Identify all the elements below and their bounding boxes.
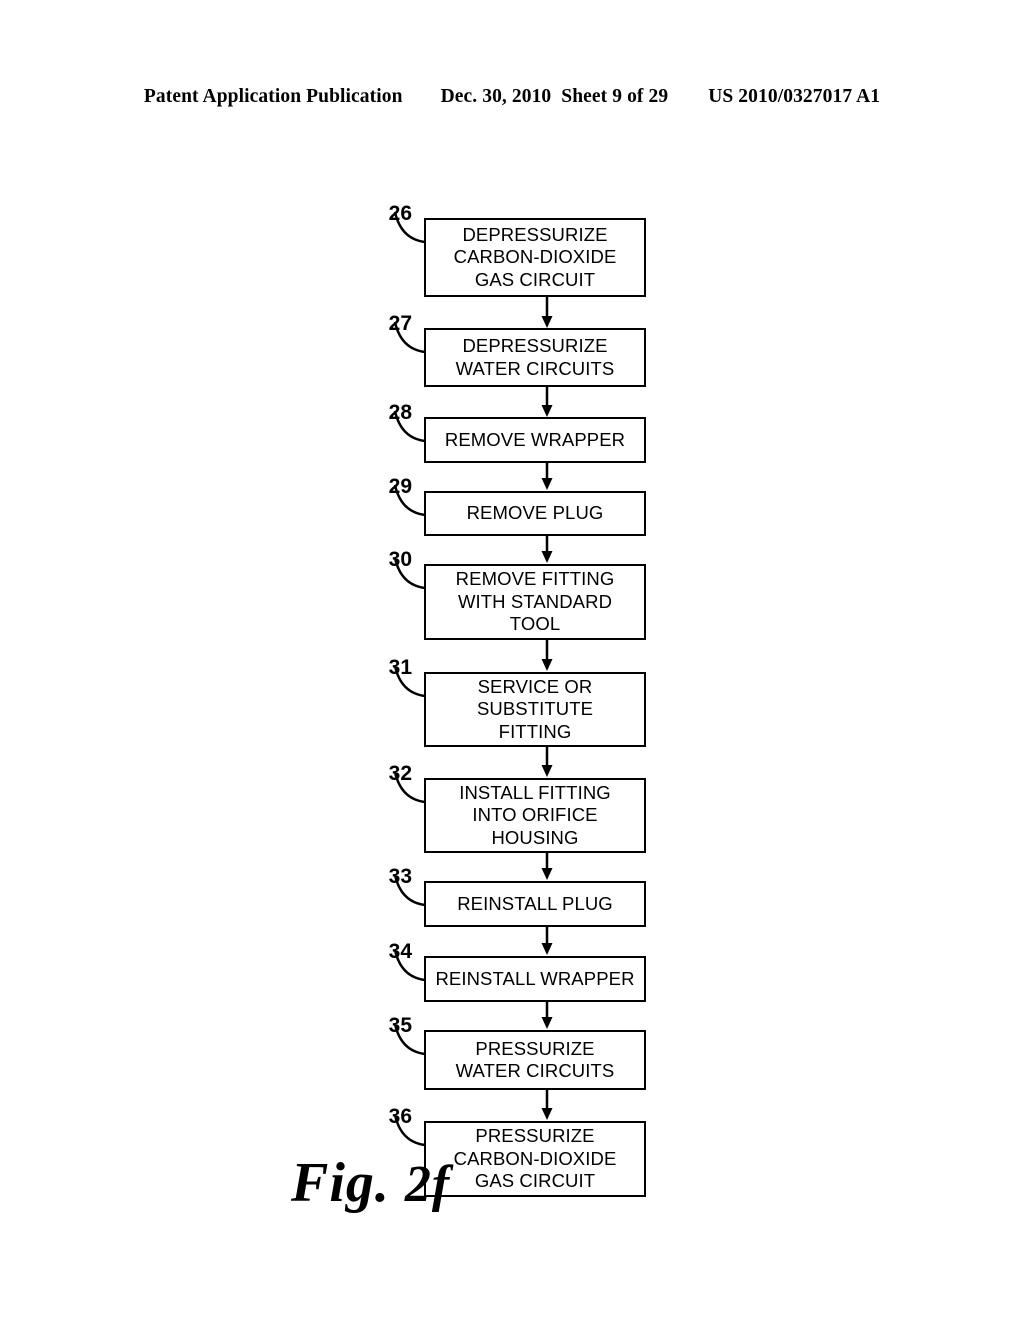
flowchart-step-27: 27 DEPRESSURIZE WATER CIRCUITS [389,313,646,387]
connector-30-31 [535,640,559,672]
step-box-36: PRESSURIZE CARBON-DIOXIDE GAS CIRCUIT [424,1121,646,1197]
connector-29-30 [535,536,559,564]
flowchart-step-26: 26 DEPRESSURIZE CARBON-DIOXIDE GAS CIRCU… [389,203,646,297]
step-label-31: SERVICE OR SUBSTITUTE FITTING [476,675,594,742]
connector-34-35 [535,1002,559,1030]
reference-number-27: 27 [388,312,412,335]
step-box-31: SERVICE OR SUBSTITUTE FITTING [424,672,646,747]
step-label-29: REMOVE PLUG [466,502,604,524]
step-label-27: DEPRESSURIZE WATER CIRCUITS [455,335,615,379]
flowchart-step-34: 34 REINSTALL WRAPPER [389,941,646,1002]
connector-31-32 [535,747,559,778]
connector-33-34 [535,927,559,956]
step-box-28: REMOVE WRAPPER [424,417,646,463]
flowchart-step-32: 32 INSTALL FITTING INTO ORIFICE HOUSING [389,763,646,853]
step-box-27: DEPRESSURIZE WATER CIRCUITS [424,328,646,387]
connector-28-29 [535,463,559,491]
reference-number-31: 31 [388,656,412,679]
reference-number-34: 34 [388,940,412,963]
reference-number-28: 28 [388,401,412,424]
reference-number-30: 30 [388,548,412,571]
flowchart-step-29: 29 REMOVE PLUG [389,476,646,536]
figure-caption-prefix: Fig. [291,1152,405,1214]
step-label-26: DEPRESSURIZE CARBON-DIOXIDE GAS CIRCUIT [453,223,617,290]
flowchart-step-36: 36 PRESSURIZE CARBON-DIOXIDE GAS CIRCUIT [389,1106,646,1197]
step-label-35: PRESSURIZE WATER CIRCUITS [455,1037,615,1082]
step-label-33: REINSTALL PLUG [457,892,613,914]
step-label-28: REMOVE WRAPPER [444,428,626,450]
connector-27-28 [535,387,559,418]
step-box-34: REINSTALL WRAPPER [424,956,646,1002]
connector-32-33 [535,853,559,881]
reference-number-33: 33 [388,865,412,888]
step-label-30: REMOVE FITTING WITH STANDARD TOOL [455,568,615,635]
flowchart-step-28: 28 REMOVE WRAPPER [389,402,646,463]
step-box-32: INSTALL FITTING INTO ORIFICE HOUSING [424,778,646,853]
step-box-35: PRESSURIZE WATER CIRCUITS [424,1030,646,1090]
step-label-32: INSTALL FITTING INTO ORIFICE HOUSING [459,781,611,848]
reference-number-29: 29 [388,475,412,498]
flowchart-step-30: 30 REMOVE FITTING WITH STANDARD TOOL [389,549,646,640]
connector-35-36 [535,1090,559,1121]
step-box-29: REMOVE PLUG [424,491,646,536]
reference-number-36: 36 [388,1105,412,1128]
figure-caption: Fig. 2f [291,1153,450,1215]
figure-caption-number: 2f [404,1156,451,1213]
step-box-30: REMOVE FITTING WITH STANDARD TOOL [424,564,646,640]
step-box-26: DEPRESSURIZE CARBON-DIOXIDE GAS CIRCUIT [424,218,646,297]
flowchart-step-31: 31 SERVICE OR SUBSTITUTE FITTING [389,657,646,747]
step-label-34: REINSTALL WRAPPER [435,967,635,989]
flowchart-step-35: 35 PRESSURIZE WATER CIRCUITS [389,1015,646,1090]
connector-26-27 [535,297,559,329]
reference-number-32: 32 [388,762,412,785]
step-label-36: PRESSURIZE CARBON-DIOXIDE GAS CIRCUIT [453,1125,617,1192]
reference-number-35: 35 [388,1014,412,1037]
flowchart-step-33: 33 REINSTALL PLUG [389,866,646,927]
step-box-33: REINSTALL PLUG [424,881,646,927]
reference-number-26: 26 [388,202,412,225]
flowchart-diagram: 26 DEPRESSURIZE CARBON-DIOXIDE GAS CIRCU… [0,0,1024,1320]
